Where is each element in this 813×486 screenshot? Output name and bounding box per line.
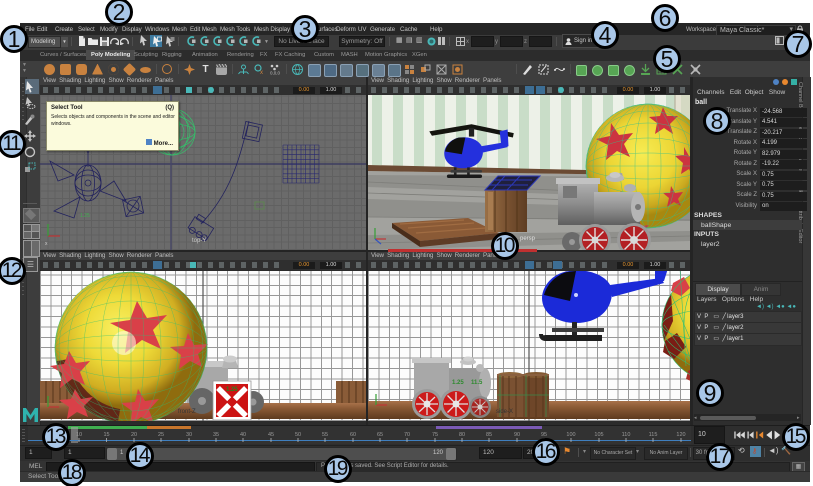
svg-text:15: 15 xyxy=(103,432,109,438)
svg-text:110: 110 xyxy=(622,432,631,438)
svg-text:65: 65 xyxy=(377,432,383,438)
svg-text:120: 120 xyxy=(676,432,685,438)
svg-text:115: 115 xyxy=(649,432,658,438)
svg-text:105: 105 xyxy=(594,432,603,438)
svg-text:11.5: 11.5 xyxy=(471,380,483,386)
svg-text:50: 50 xyxy=(295,432,301,438)
svg-text:x: x xyxy=(260,70,263,75)
svg-text:85: 85 xyxy=(486,432,492,438)
svg-text:1.25: 1.25 xyxy=(452,380,464,386)
svg-text:100: 100 xyxy=(566,432,575,438)
svg-text:60: 60 xyxy=(350,432,356,438)
svg-text:persp: persp xyxy=(520,236,536,242)
svg-text:1.25: 1.25 xyxy=(80,213,90,219)
svg-text:35: 35 xyxy=(213,432,219,438)
svg-text:10: 10 xyxy=(76,432,82,438)
svg-text:45: 45 xyxy=(268,432,274,438)
svg-text:70: 70 xyxy=(404,432,410,438)
svg-text:40: 40 xyxy=(240,432,246,438)
svg-text:top-Y: top-Y xyxy=(192,238,206,244)
svg-text:front-Z: front-Z xyxy=(178,409,196,415)
svg-text:90: 90 xyxy=(514,432,520,438)
svg-text:55: 55 xyxy=(322,432,328,438)
svg-text:80: 80 xyxy=(459,432,465,438)
svg-text:x: x xyxy=(45,241,48,247)
svg-text:20: 20 xyxy=(131,432,137,438)
svg-text:30: 30 xyxy=(186,432,192,438)
svg-text:side-X: side-X xyxy=(496,409,513,415)
svg-text:25: 25 xyxy=(158,432,164,438)
svg-text:75: 75 xyxy=(432,432,438,438)
svg-text:1.25: 1.25 xyxy=(226,387,238,393)
svg-text:0,0,0: 0,0,0 xyxy=(270,70,281,75)
